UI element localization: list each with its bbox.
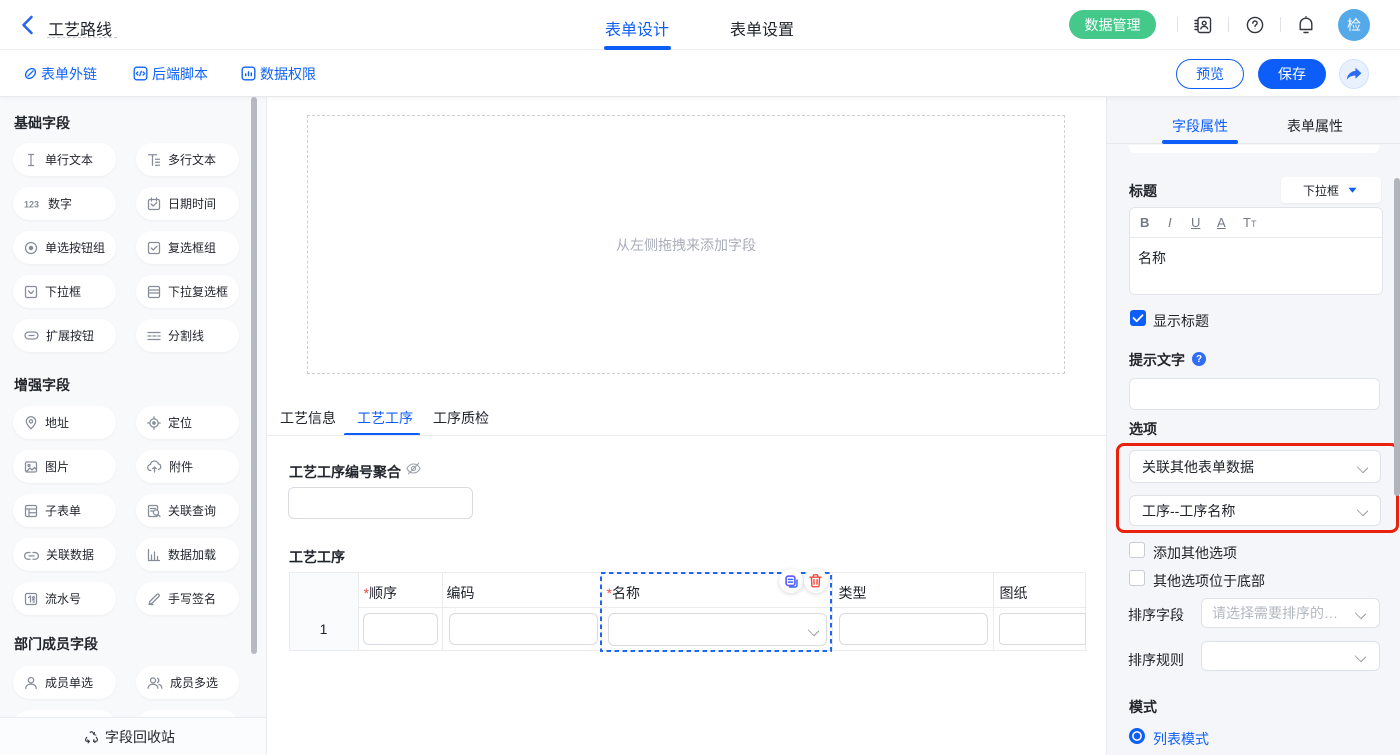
svg-text:123: 123 [24,199,39,209]
